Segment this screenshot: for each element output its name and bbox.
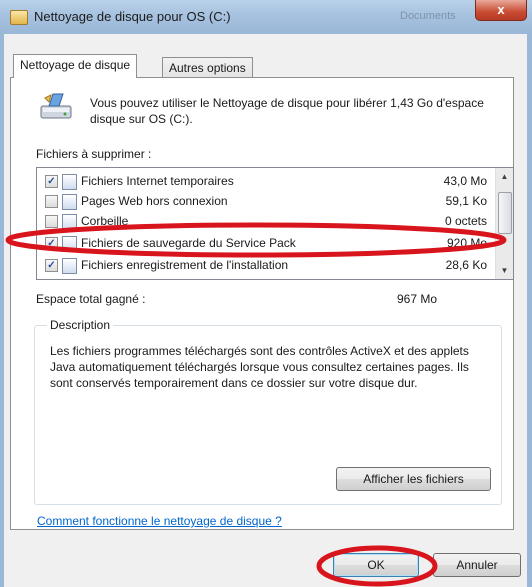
scroll-up-icon[interactable]: ▲ <box>496 168 513 185</box>
files-list[interactable]: ✓ Fichiers Internet temporaires 43,0 Mo … <box>36 167 514 280</box>
recycle-bin-icon <box>62 214 77 230</box>
file-category-size: 0 octets <box>444 214 487 228</box>
tab-more-options[interactable]: Autres options <box>162 57 253 78</box>
checkbox[interactable]: ✓ <box>45 259 58 272</box>
ok-button[interactable]: OK <box>333 553 419 577</box>
list-scrollbar[interactable]: ▲ ▼ <box>495 168 513 279</box>
list-item[interactable]: Corbeille 0 octets <box>37 212 495 232</box>
file-category-name: Fichiers de sauvegarde du Service Pack <box>81 236 296 250</box>
list-item[interactable]: ✓ Fichiers Internet temporaires 43,0 Mo <box>37 172 495 192</box>
scroll-thumb[interactable] <box>498 192 512 234</box>
title-bar: Nettoyage de disque pour OS (C:) Documen… <box>0 0 532 34</box>
list-item[interactable]: Pages Web hors connexion 59,1 Ko <box>37 192 495 212</box>
files-to-delete-label: Fichiers à supprimer : <box>36 147 152 161</box>
close-icon: x <box>497 2 505 17</box>
close-button[interactable]: x <box>475 0 527 21</box>
description-text: Les fichiers programmes téléchargés sont… <box>50 344 469 390</box>
list-item[interactable]: ✓ Fichiers de sauvegarde du Service Pack… <box>37 234 495 254</box>
file-category-size: 59,1 Ko <box>445 194 487 208</box>
web-page-icon <box>62 194 77 210</box>
file-category-size: 920 Mo <box>446 236 487 250</box>
file-category-size: 43,0 Mo <box>443 174 487 188</box>
checkbox[interactable] <box>45 215 58 228</box>
list-item[interactable]: ✓ Fichiers enregistrement de l'installat… <box>37 256 495 276</box>
tab-disk-cleanup[interactable]: Nettoyage de disque <box>13 54 138 78</box>
log-file-icon <box>62 258 77 274</box>
disk-cleanup-icon <box>40 93 72 119</box>
file-category-name: Corbeille <box>81 214 129 228</box>
file-category-name: Pages Web hors connexion <box>81 194 228 208</box>
file-category-name: Fichiers Internet temporaires <box>81 174 234 188</box>
intro-text: Vous pouvez utiliser le Nettoyage de dis… <box>90 96 484 126</box>
window-icon <box>10 10 28 25</box>
checkbox[interactable]: ✓ <box>45 175 58 188</box>
service-pack-icon <box>62 236 77 252</box>
cancel-button[interactable]: Annuler <box>433 553 521 577</box>
total-space-value: 967 Mo <box>397 292 438 306</box>
background-window-text: Documents <box>400 10 456 22</box>
checkbox[interactable] <box>45 195 58 208</box>
help-link[interactable]: Comment fonctionne le nettoyage de disqu… <box>37 514 282 528</box>
description-legend: Description <box>47 318 114 332</box>
file-category-name: Fichiers enregistrement de l'installatio… <box>81 258 289 272</box>
window-border-right <box>527 34 532 587</box>
scroll-down-icon[interactable]: ▼ <box>496 262 513 279</box>
total-space-label: Espace total gagné : <box>36 292 146 306</box>
file-category-size: 28,6 Ko <box>445 258 487 272</box>
view-files-button[interactable]: Afficher les fichiers <box>336 467 491 491</box>
window-title: Nettoyage de disque pour OS (C:) <box>34 9 231 24</box>
checkbox[interactable]: ✓ <box>45 237 58 250</box>
document-icon <box>62 174 77 190</box>
